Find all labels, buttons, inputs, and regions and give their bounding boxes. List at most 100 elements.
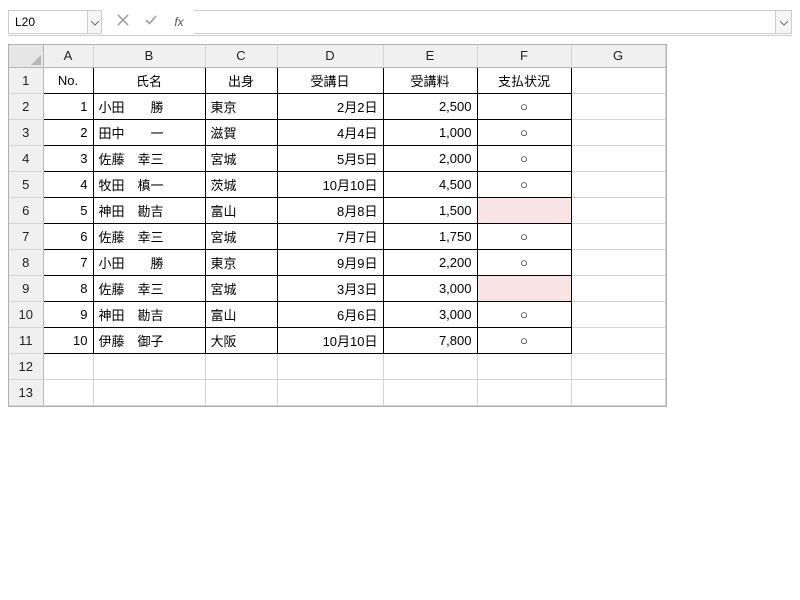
cell-fee[interactable]: 4,500	[383, 171, 477, 197]
cell-date[interactable]: 2月2日	[277, 93, 383, 119]
cell-name[interactable]: 佐藤 幸三	[93, 275, 205, 301]
cell-no[interactable]: 3	[43, 145, 93, 171]
cell-empty[interactable]	[571, 197, 665, 223]
cell-date[interactable]: 6月6日	[277, 301, 383, 327]
cell-fee[interactable]: 1,500	[383, 197, 477, 223]
cell-status[interactable]: ○	[477, 249, 571, 275]
cell-empty[interactable]	[571, 223, 665, 249]
cell-fee[interactable]: 1,750	[383, 223, 477, 249]
spreadsheet-grid[interactable]: A B C D E F G 1No.氏名出身受講日受講料支払状況21小田 勝東京…	[8, 44, 667, 407]
cell-status[interactable]: ○	[477, 93, 571, 119]
cell-date[interactable]: 9月9日	[277, 249, 383, 275]
cell-empty[interactable]	[205, 353, 277, 379]
cell-empty[interactable]	[43, 379, 93, 405]
cell-status[interactable]: ○	[477, 327, 571, 353]
cell-fee[interactable]: 3,000	[383, 275, 477, 301]
row-header[interactable]: 11	[9, 327, 43, 353]
cell-no[interactable]: 7	[43, 249, 93, 275]
row-header[interactable]: 2	[9, 93, 43, 119]
cell-origin[interactable]: 宮城	[205, 275, 277, 301]
cell-fee[interactable]: 2,200	[383, 249, 477, 275]
cell-name[interactable]: 佐藤 幸三	[93, 145, 205, 171]
cell-origin[interactable]: 滋賀	[205, 119, 277, 145]
cell-name[interactable]: 田中 一	[93, 119, 205, 145]
cell-header-origin[interactable]: 出身	[205, 67, 277, 93]
row-header[interactable]: 8	[9, 249, 43, 275]
row-header[interactable]: 6	[9, 197, 43, 223]
cell-header-status[interactable]: 支払状況	[477, 67, 571, 93]
cell-header-date[interactable]: 受講日	[277, 67, 383, 93]
cell-empty[interactable]	[477, 353, 571, 379]
cell-no[interactable]: 5	[43, 197, 93, 223]
cell-fee[interactable]: 3,000	[383, 301, 477, 327]
cell-empty[interactable]	[571, 119, 665, 145]
cell-header-fee[interactable]: 受講料	[383, 67, 477, 93]
cell-empty[interactable]	[571, 379, 665, 405]
cell-empty[interactable]	[477, 379, 571, 405]
cell-empty[interactable]	[93, 379, 205, 405]
col-header-F[interactable]: F	[477, 45, 571, 67]
cell-empty[interactable]	[383, 379, 477, 405]
formula-bar-expand[interactable]	[776, 10, 792, 34]
cell-fee[interactable]: 2,500	[383, 93, 477, 119]
cell-origin[interactable]: 東京	[205, 249, 277, 275]
cell-empty[interactable]	[383, 353, 477, 379]
cell-status[interactable]: ○	[477, 301, 571, 327]
cell-empty[interactable]	[571, 353, 665, 379]
cell-origin[interactable]: 茨城	[205, 171, 277, 197]
fx-button[interactable]: fx	[170, 13, 188, 31]
cell-header-name[interactable]: 氏名	[93, 67, 205, 93]
col-header-E[interactable]: E	[383, 45, 477, 67]
row-header[interactable]: 7	[9, 223, 43, 249]
cell-no[interactable]: 9	[43, 301, 93, 327]
name-box[interactable]: L20	[8, 10, 88, 34]
row-header[interactable]: 5	[9, 171, 43, 197]
cell-empty[interactable]	[571, 145, 665, 171]
cell-date[interactable]: 7月7日	[277, 223, 383, 249]
cell-name[interactable]: 佐藤 幸三	[93, 223, 205, 249]
cell-status[interactable]	[477, 197, 571, 223]
row-header[interactable]: 12	[9, 353, 43, 379]
cell-no[interactable]: 1	[43, 93, 93, 119]
row-header[interactable]: 10	[9, 301, 43, 327]
formula-input[interactable]	[194, 10, 776, 34]
cell-no[interactable]: 4	[43, 171, 93, 197]
col-header-A[interactable]: A	[43, 45, 93, 67]
cell-date[interactable]: 5月5日	[277, 145, 383, 171]
row-header[interactable]: 3	[9, 119, 43, 145]
cancel-button[interactable]	[114, 13, 132, 31]
cell-empty[interactable]	[571, 67, 665, 93]
cell-date[interactable]: 8月8日	[277, 197, 383, 223]
cell-date[interactable]: 3月3日	[277, 275, 383, 301]
cell-name[interactable]: 小田 勝	[93, 93, 205, 119]
col-header-B[interactable]: B	[93, 45, 205, 67]
confirm-button[interactable]	[142, 13, 160, 31]
cell-name[interactable]: 小田 勝	[93, 249, 205, 275]
select-all-corner[interactable]	[9, 45, 43, 67]
col-header-D[interactable]: D	[277, 45, 383, 67]
cell-empty[interactable]	[571, 327, 665, 353]
cell-status[interactable]: ○	[477, 171, 571, 197]
cell-origin[interactable]: 大阪	[205, 327, 277, 353]
cell-origin[interactable]: 宮城	[205, 223, 277, 249]
cell-fee[interactable]: 1,000	[383, 119, 477, 145]
cell-empty[interactable]	[93, 353, 205, 379]
cell-empty[interactable]	[571, 301, 665, 327]
cell-name[interactable]: 神田 勘吉	[93, 301, 205, 327]
cell-no[interactable]: 6	[43, 223, 93, 249]
cell-name[interactable]: 牧田 槙一	[93, 171, 205, 197]
cell-status[interactable]: ○	[477, 119, 571, 145]
cell-date[interactable]: 4月4日	[277, 119, 383, 145]
cell-empty[interactable]	[571, 275, 665, 301]
cell-name[interactable]: 伊藤 御子	[93, 327, 205, 353]
col-header-C[interactable]: C	[205, 45, 277, 67]
cell-origin[interactable]: 宮城	[205, 145, 277, 171]
row-header[interactable]: 1	[9, 67, 43, 93]
cell-fee[interactable]: 7,800	[383, 327, 477, 353]
row-header[interactable]: 4	[9, 145, 43, 171]
cell-no[interactable]: 8	[43, 275, 93, 301]
row-header[interactable]: 9	[9, 275, 43, 301]
cell-status[interactable]: ○	[477, 145, 571, 171]
cell-date[interactable]: 10月10日	[277, 171, 383, 197]
cell-header-no[interactable]: No.	[43, 67, 93, 93]
